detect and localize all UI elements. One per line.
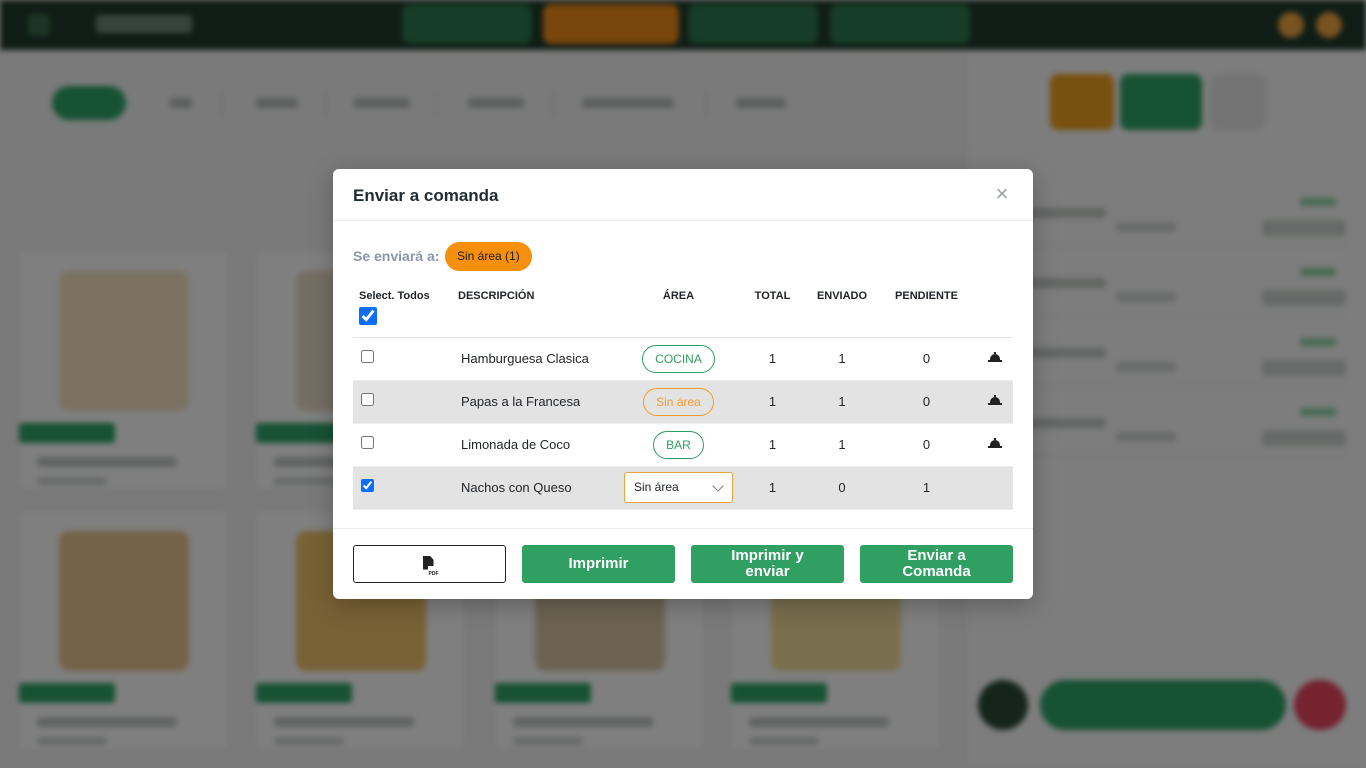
item-pending: 0 — [876, 380, 977, 424]
item-total: 1 — [737, 466, 808, 510]
item-area-cell: COCINA — [620, 337, 737, 381]
column-sent: ENVIADO — [808, 282, 876, 338]
bell-icon[interactable] — [988, 438, 1002, 449]
item-sent: 0 — [808, 466, 876, 510]
select-all-checkbox[interactable] — [359, 307, 377, 325]
item-total: 1 — [737, 337, 808, 381]
bell-icon[interactable] — [988, 395, 1002, 406]
item-area-cell: Sin área — [620, 466, 737, 510]
column-pending: PENDIENTE — [876, 282, 977, 338]
area-select-value: Sin área — [634, 480, 679, 494]
area-select[interactable]: Sin área — [624, 472, 733, 503]
row-checkbox[interactable] — [361, 393, 374, 406]
table-row: Papas a la Francesa Sin área 1 1 0 — [353, 380, 1013, 424]
item-area-cell: Sin área — [620, 380, 737, 424]
row-checkbox[interactable] — [361, 436, 374, 449]
item-description: Limonada de Coco — [452, 423, 620, 467]
item-pending: 1 — [876, 466, 977, 510]
modal-title: Enviar a comanda — [353, 186, 499, 205]
send-to-kitchen-modal: Enviar a comanda × Se enviará a: Sin áre… — [333, 169, 1033, 599]
row-select-cell — [353, 380, 452, 424]
item-sent: 1 — [808, 337, 876, 381]
item-pending: 0 — [876, 423, 977, 467]
chevron-down-icon — [712, 480, 724, 492]
export-pdf-button[interactable]: PDF — [353, 545, 506, 583]
send-to-label: Se enviará a: — [353, 248, 440, 264]
row-select-cell — [353, 423, 452, 467]
item-description: Nachos con Queso — [452, 466, 620, 510]
send-to-area-badge: Sin área (1) — [445, 242, 532, 271]
item-pending: 0 — [876, 337, 977, 381]
table-header-row: Select. Todos DESCRIPCIÓN ÁREA TOTAL ENV… — [353, 282, 1013, 338]
item-action-cell — [977, 337, 1013, 381]
column-total: TOTAL — [737, 282, 808, 338]
row-checkbox[interactable] — [361, 479, 374, 492]
pdf-icon: PDF — [422, 555, 440, 582]
select-all-header: Select. Todos — [353, 282, 452, 338]
bell-icon[interactable] — [988, 352, 1002, 363]
modal-footer: PDF Imprimir Imprimir y enviar Enviar a … — [333, 528, 1033, 599]
print-button[interactable]: Imprimir — [522, 545, 675, 583]
item-action-cell — [977, 466, 1013, 510]
area-pill: COCINA — [642, 344, 715, 373]
item-action-cell — [977, 380, 1013, 424]
item-total: 1 — [737, 380, 808, 424]
modal-header: Enviar a comanda × — [333, 169, 1033, 221]
item-description: Papas a la Francesa — [452, 380, 620, 424]
table-row: Hamburguesa Clasica COCINA 1 1 0 — [353, 337, 1013, 381]
row-select-cell — [353, 337, 452, 381]
items-table-body: Hamburguesa Clasica COCINA 1 1 0 Papas a la F… — [353, 337, 1013, 510]
column-actions — [977, 282, 1013, 338]
item-description: Hamburguesa Clasica — [452, 337, 620, 381]
item-action-cell — [977, 423, 1013, 467]
column-area: ÁREA — [620, 282, 737, 338]
item-area-cell: BAR — [620, 423, 737, 467]
select-all-label: Select. Todos — [359, 290, 430, 302]
items-table: Select. Todos DESCRIPCIÓN ÁREA TOTAL ENV… — [353, 282, 1013, 510]
send-to-kitchen-button[interactable]: Enviar a Comanda — [860, 545, 1013, 583]
item-sent: 1 — [808, 380, 876, 424]
table-row: Limonada de Coco BAR 1 1 0 — [353, 423, 1013, 467]
table-row: Nachos con Queso Sin área 1 0 1 — [353, 466, 1013, 510]
row-checkbox[interactable] — [361, 350, 374, 363]
print-and-send-button[interactable]: Imprimir y enviar — [691, 545, 844, 583]
area-pill: BAR — [653, 430, 704, 459]
column-description: DESCRIPCIÓN — [452, 282, 620, 338]
close-button[interactable]: × — [993, 183, 1011, 205]
pdf-icon-text: PDF — [427, 565, 440, 582]
area-pill: Sin área — [643, 387, 714, 416]
row-select-cell — [353, 466, 452, 510]
item-total: 1 — [737, 423, 808, 467]
item-sent: 1 — [808, 423, 876, 467]
